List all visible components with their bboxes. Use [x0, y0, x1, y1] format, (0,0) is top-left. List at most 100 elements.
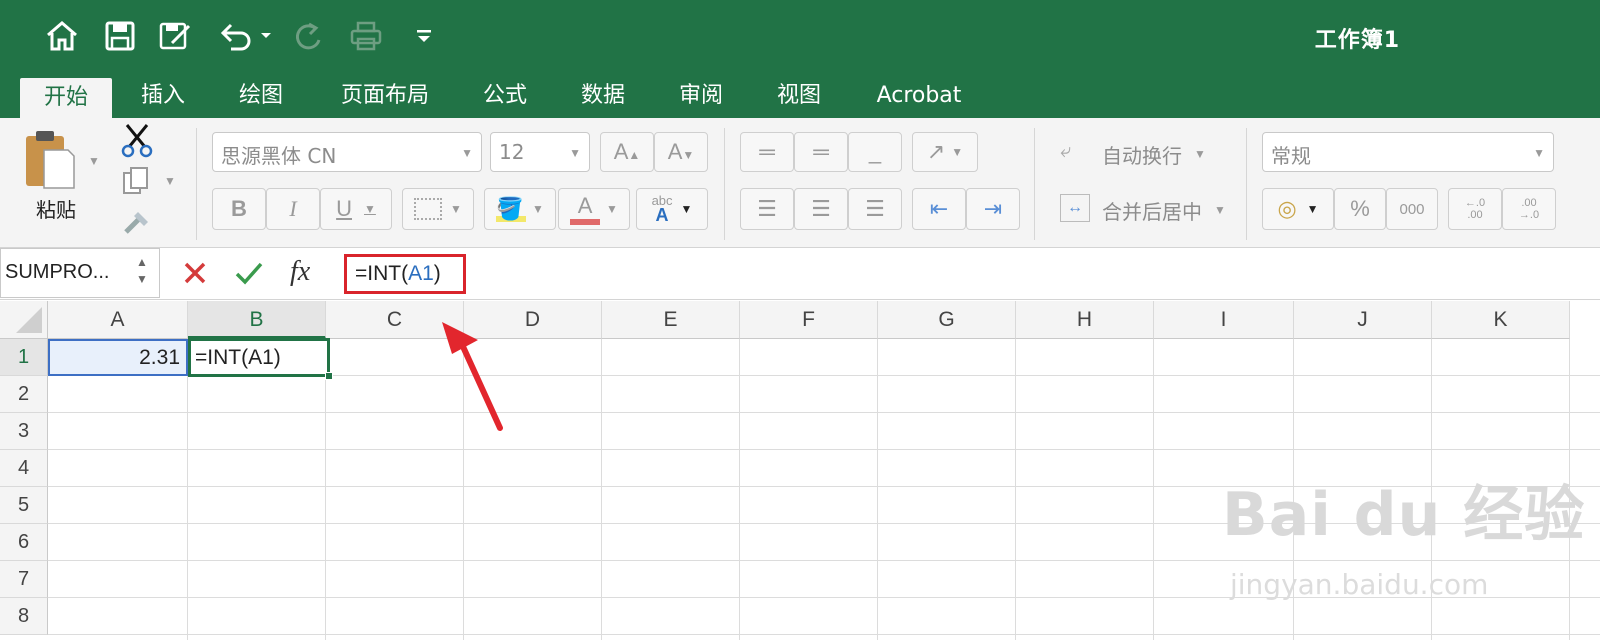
- cut-icon[interactable]: [120, 122, 154, 163]
- print-icon[interactable]: [348, 18, 384, 54]
- copy-icon[interactable]: [122, 166, 152, 201]
- formula-input[interactable]: =INT(A1): [344, 254, 466, 294]
- row-header-1[interactable]: 1: [0, 339, 48, 376]
- formula-prefix: =INT(: [355, 262, 409, 285]
- chevron-down-icon: ▼: [1214, 203, 1226, 217]
- insert-function-button[interactable]: fx: [290, 256, 310, 288]
- separator: [196, 128, 197, 240]
- column-header-h[interactable]: H: [1016, 301, 1154, 339]
- tab-page-layout[interactable]: 页面布局: [330, 76, 440, 118]
- align-top-button[interactable]: ═: [740, 132, 794, 172]
- fill-color-button[interactable]: 🪣 ▼: [484, 188, 556, 230]
- bold-icon: B: [231, 196, 247, 221]
- decrease-indent-button[interactable]: ⇤: [912, 188, 966, 230]
- font-color-button[interactable]: A ▼: [558, 188, 630, 230]
- orientation-icon: ↗: [926, 139, 946, 164]
- cell-a1[interactable]: 2.31: [48, 339, 188, 376]
- tab-insert[interactable]: 插入: [128, 76, 198, 118]
- grid-row-line: [48, 560, 1600, 561]
- row-header-4[interactable]: 4: [0, 450, 48, 487]
- customize-toolbar-icon[interactable]: [406, 18, 442, 54]
- percent-button[interactable]: %: [1334, 188, 1386, 230]
- underline-button[interactable]: U ▼: [320, 188, 392, 230]
- underline-icon: U: [336, 196, 352, 221]
- annotation-arrow: [430, 310, 520, 439]
- row-header-8[interactable]: 8: [0, 598, 48, 635]
- save-icon[interactable]: [102, 18, 138, 54]
- name-box-stepper-icon[interactable]: ▲ ▼: [136, 254, 148, 288]
- align-center-button[interactable]: ☰: [794, 188, 848, 230]
- row-header-7[interactable]: 7: [0, 561, 48, 598]
- increase-indent-button[interactable]: ⇥: [966, 188, 1020, 230]
- row-header-3[interactable]: 3: [0, 413, 48, 450]
- select-all-corner[interactable]: [0, 301, 48, 339]
- italic-button[interactable]: I: [266, 188, 320, 230]
- merge-center-icon: ↔: [1060, 194, 1090, 222]
- italic-icon: I: [289, 196, 297, 221]
- align-right-button[interactable]: ☰: [848, 188, 902, 230]
- align-bottom-button[interactable]: _: [848, 132, 902, 172]
- tab-draw[interactable]: 绘图: [226, 76, 296, 118]
- column-header-k[interactable]: K: [1432, 301, 1570, 339]
- align-middle-icon: ═: [813, 139, 829, 164]
- tab-view[interactable]: 视图: [764, 76, 834, 118]
- grid-column-line: [877, 339, 878, 640]
- coins-icon: ◎: [1277, 196, 1297, 221]
- grid-column-line: [325, 339, 326, 640]
- paste-icon[interactable]: [22, 128, 78, 192]
- accounting-format-button[interactable]: ◎ ▼: [1262, 188, 1334, 230]
- merge-center-button[interactable]: ↔ 合并后居中 ▼: [1060, 192, 1240, 228]
- tab-data[interactable]: 数据: [568, 76, 638, 118]
- thousands-label: 000: [1399, 200, 1425, 218]
- font-name-select[interactable]: 思源黑体 CN ▼: [212, 132, 482, 172]
- increase-font-size-button[interactable]: A▲: [600, 132, 654, 172]
- phonetic-button[interactable]: abc A ▼: [636, 188, 708, 230]
- workbook-title: 工作簿1: [1314, 28, 1400, 53]
- orientation-button[interactable]: ↗ ▼: [912, 132, 978, 172]
- font-name-value: 思源黑体 CN: [221, 144, 337, 168]
- column-header-g[interactable]: G: [878, 301, 1016, 339]
- undo-icon[interactable]: [216, 18, 272, 54]
- column-header-i[interactable]: I: [1154, 301, 1294, 339]
- font-color-icon: A: [570, 193, 601, 225]
- number-format-select[interactable]: 常规 ▼: [1262, 132, 1554, 172]
- tab-review[interactable]: 审阅: [666, 76, 736, 118]
- column-header-f[interactable]: F: [740, 301, 878, 339]
- cell-b1[interactable]: =INT(A1): [188, 338, 330, 377]
- tab-acrobat[interactable]: Acrobat: [872, 76, 966, 118]
- thousands-button[interactable]: 000: [1386, 188, 1438, 230]
- enter-check-icon[interactable]: [234, 260, 264, 291]
- wrap-text-icon: ⤶: [1060, 140, 1072, 162]
- paste-label[interactable]: 粘贴: [36, 194, 76, 223]
- align-middle-button[interactable]: ═: [794, 132, 848, 172]
- copy-dropdown-icon[interactable]: ▼: [164, 174, 176, 188]
- column-header-j[interactable]: J: [1294, 301, 1432, 339]
- decrease-decimal-button[interactable]: .00 →.0: [1502, 188, 1556, 230]
- bold-button[interactable]: B: [212, 188, 266, 230]
- fill-handle[interactable]: [325, 372, 333, 380]
- row-header-5[interactable]: 5: [0, 487, 48, 524]
- format-painter-icon[interactable]: [122, 206, 154, 243]
- home-icon[interactable]: [44, 18, 80, 54]
- edit-save-icon[interactable]: [158, 18, 194, 54]
- column-header-e[interactable]: E: [602, 301, 740, 339]
- tab-formulas[interactable]: 公式: [470, 76, 540, 118]
- font-size-select[interactable]: 12 ▼: [490, 132, 590, 172]
- chevron-down-icon: ▼: [532, 202, 544, 216]
- increase-decimal-button[interactable]: ←.0 .00: [1448, 188, 1502, 230]
- tab-home[interactable]: 开始: [20, 78, 112, 118]
- borders-button[interactable]: ▼: [402, 188, 474, 230]
- chevron-down-icon: ▼: [461, 146, 473, 160]
- paste-dropdown-icon[interactable]: ▼: [88, 154, 100, 168]
- merge-center-label: 合并后居中: [1102, 200, 1202, 224]
- decrease-font-size-button[interactable]: A▼: [654, 132, 708, 172]
- row-header-6[interactable]: 6: [0, 524, 48, 561]
- wrap-text-button[interactable]: ⤶ 自动换行 ▼: [1060, 136, 1240, 172]
- row-header-2[interactable]: 2: [0, 376, 48, 413]
- redo-icon[interactable]: [290, 18, 326, 54]
- font-size-value: 12: [499, 140, 525, 164]
- cancel-icon[interactable]: [182, 260, 208, 291]
- align-left-button[interactable]: ☰: [740, 188, 794, 230]
- column-header-a[interactable]: A: [48, 301, 188, 339]
- column-header-b[interactable]: B: [188, 301, 326, 339]
